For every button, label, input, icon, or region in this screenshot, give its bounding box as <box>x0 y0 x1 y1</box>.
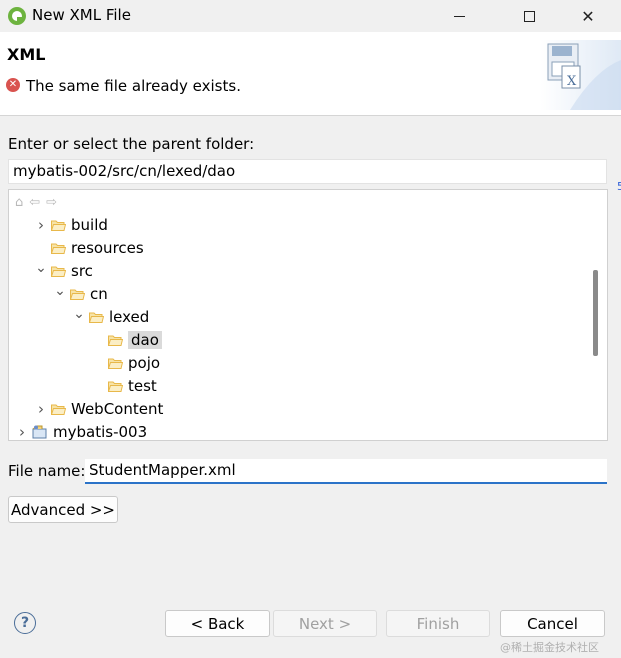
watermark: @稀土掘金技术社区 <box>500 641 599 654</box>
folder-icon <box>108 381 123 392</box>
tree-item-resources[interactable]: resources <box>34 237 144 259</box>
xml-file-banner-icon: X <box>540 40 621 110</box>
home-icon[interactable]: ⌂ <box>15 195 23 210</box>
file-name-input[interactable]: StudentMapper.xml <box>85 459 607 484</box>
help-icon[interactable]: ? <box>14 612 36 634</box>
tree-item-webcontent[interactable]: › WebContent <box>34 398 163 420</box>
tree-item-label: pojo <box>128 354 161 372</box>
forward-arrow-icon[interactable]: ⇨ <box>46 195 57 210</box>
folder-icon <box>108 335 123 346</box>
tree-item-label: mybatis-003 <box>53 423 148 441</box>
tree-item-label: lexed <box>109 308 150 326</box>
folder-icon <box>108 358 123 369</box>
tree-item-lexed[interactable]: ⌄ lexed <box>72 306 149 328</box>
expand-chevron-icon[interactable]: › <box>15 423 29 441</box>
tree-item-label: dao <box>128 331 162 349</box>
folder-icon <box>51 266 66 277</box>
tree-item-label: WebContent <box>71 400 164 418</box>
folder-icon <box>51 220 66 231</box>
back-button[interactable]: < Back <box>165 610 270 637</box>
error-icon: ✕ <box>6 78 20 92</box>
page-title: XML <box>7 45 46 64</box>
tree-item-label: src <box>71 262 93 280</box>
svg-text:X: X <box>567 74 577 89</box>
expand-chevron-icon[interactable]: › <box>34 400 48 418</box>
window-title: New XML File <box>32 6 131 24</box>
tree-item-label: build <box>71 216 108 234</box>
expand-chevron-icon[interactable]: › <box>34 216 48 234</box>
title-bar: New XML File ✕ <box>0 0 621 32</box>
wizard-header: XML ✕ The same file already exists. X <box>0 32 621 116</box>
scrollbar-thumb[interactable] <box>593 270 598 356</box>
collapse-chevron-icon[interactable]: ⌄ <box>53 283 67 299</box>
spring-app-icon <box>8 7 26 25</box>
tree-item-test[interactable]: test <box>91 375 157 397</box>
maximize-icon <box>523 10 535 22</box>
back-arrow-icon[interactable]: ⇦ <box>29 195 40 210</box>
next-button: Next > <box>273 610 377 637</box>
tree-item-pojo[interactable]: pojo <box>91 352 160 374</box>
tree-scrollbar[interactable] <box>587 190 603 440</box>
collapse-chevron-icon[interactable]: ⌄ <box>34 260 48 276</box>
parent-folder-label: Enter or select the parent folder: <box>8 135 255 153</box>
tree-item-build[interactable]: › build <box>34 214 108 236</box>
folder-tree[interactable]: ⌂ ⇦ ⇨ › build resources ⌄ src ⌄ cn ⌄ lexed dao poj… <box>8 189 608 441</box>
edge-fragment: 5 <box>617 180 621 193</box>
file-name-label: File name: <box>8 462 86 480</box>
cancel-button[interactable]: Cancel <box>500 610 605 637</box>
collapse-chevron-icon[interactable]: ⌄ <box>72 306 86 322</box>
minimize-button[interactable] <box>436 0 482 32</box>
tree-item-src[interactable]: ⌄ src <box>34 260 93 282</box>
folder-icon <box>51 243 66 254</box>
folder-icon <box>70 289 85 300</box>
minimize-icon <box>453 15 465 17</box>
finish-button: Finish <box>386 610 490 637</box>
tree-item-label: test <box>128 377 157 395</box>
tree-item-mybatis-003[interactable]: › mybatis-003 <box>15 421 147 443</box>
error-message: The same file already exists. <box>26 77 241 95</box>
parent-folder-input[interactable]: mybatis-002/src/cn/lexed/dao <box>8 159 607 184</box>
tree-item-label: cn <box>90 285 108 303</box>
folder-icon <box>51 404 66 415</box>
close-button[interactable]: ✕ <box>565 0 611 32</box>
maximize-button[interactable] <box>506 0 552 32</box>
folder-icon <box>89 312 104 323</box>
tree-toolbar: ⌂ ⇦ ⇨ <box>15 195 57 210</box>
project-icon <box>32 425 47 439</box>
tree-item-label: resources <box>71 239 144 257</box>
tree-item-cn[interactable]: ⌄ cn <box>53 283 108 305</box>
tree-item-dao[interactable]: dao <box>91 329 162 351</box>
advanced-button[interactable]: Advanced >> <box>8 496 118 523</box>
close-icon: ✕ <box>581 6 595 26</box>
